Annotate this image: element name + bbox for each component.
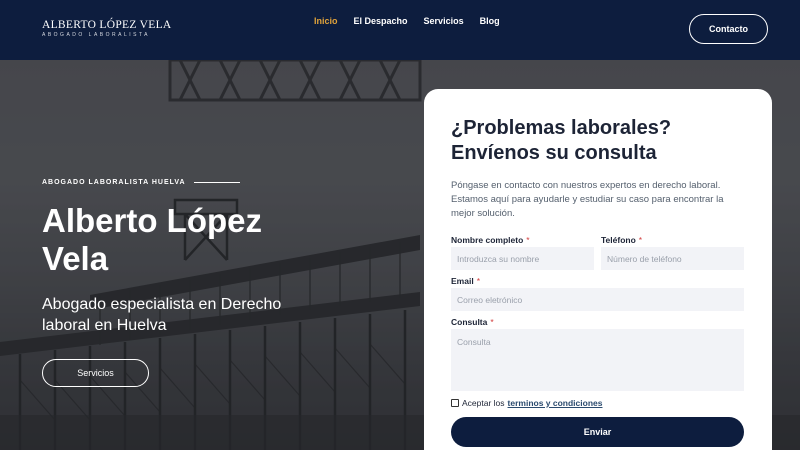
phone-field[interactable]: Número de teléfono — [601, 247, 744, 270]
eyebrow-divider — [193, 182, 240, 183]
hero-eyebrow: ABOGADO LABORALISTA HUELVA — [42, 179, 240, 186]
phone-label: Teléfono * — [601, 235, 642, 245]
contact-button[interactable]: Contacto — [689, 14, 768, 44]
hero-subtitle: Abogado especialista en Derecho laboral … — [42, 296, 282, 334]
message-textarea[interactable]: Consulta — [451, 329, 744, 391]
submit-button[interactable]: Enviar — [451, 417, 744, 447]
site-logo[interactable]: ALBERTO LÓPEZ VELA ABOGADO LABORALISTA — [42, 19, 172, 38]
email-label-text: Email — [451, 276, 474, 286]
logo-name: ALBERTO LÓPEZ VELA — [42, 19, 172, 31]
email-label: Email * — [451, 276, 480, 286]
accept-text: Aceptar los — [462, 398, 505, 408]
nav-item-servicios[interactable]: Servicios — [424, 16, 464, 26]
name-label-text: Nombre completo — [451, 235, 524, 245]
required-mark: * — [638, 235, 643, 245]
form-description: Póngase en contacto con nuestros experto… — [451, 180, 724, 219]
required-mark: * — [476, 276, 480, 286]
required-mark: * — [490, 317, 494, 327]
nav-item-blog[interactable]: Blog — [480, 16, 500, 26]
hero-title: Alberto López Vela — [42, 202, 262, 277]
contact-form-card: ¿Problemas laborales? Envíenos su consul… — [424, 89, 772, 450]
name-label: Nombre completo * — [451, 235, 530, 245]
message-label-text: Consulta — [451, 317, 488, 327]
message-label: Consulta * — [451, 317, 494, 327]
phone-label-text: Teléfono — [601, 235, 636, 245]
name-field[interactable]: Introduzca su nombre — [451, 247, 594, 270]
hero-eyebrow-text: ABOGADO LABORALISTA HUELVA — [42, 179, 186, 186]
terms-link[interactable]: terminos y condiciones — [508, 398, 603, 408]
site-header: ALBERTO LÓPEZ VELA ABOGADO LABORALISTA I… — [0, 0, 800, 60]
main-nav: Inicio El Despacho Servicios Blog — [314, 16, 500, 26]
terms-checkbox-row: Aceptar los terminos y condiciones — [451, 398, 602, 408]
logo-subtitle: ABOGADO LABORALISTA — [42, 32, 150, 38]
email-field[interactable]: Correo eletrónico — [451, 288, 744, 311]
form-title: ¿Problemas laborales? Envíenos su consul… — [451, 117, 672, 164]
required-mark: * — [526, 235, 530, 245]
services-button[interactable]: Servicios — [42, 359, 149, 387]
nav-item-inicio[interactable]: Inicio — [314, 16, 338, 26]
terms-checkbox[interactable] — [451, 399, 459, 407]
nav-item-el-despacho[interactable]: El Despacho — [354, 16, 408, 26]
